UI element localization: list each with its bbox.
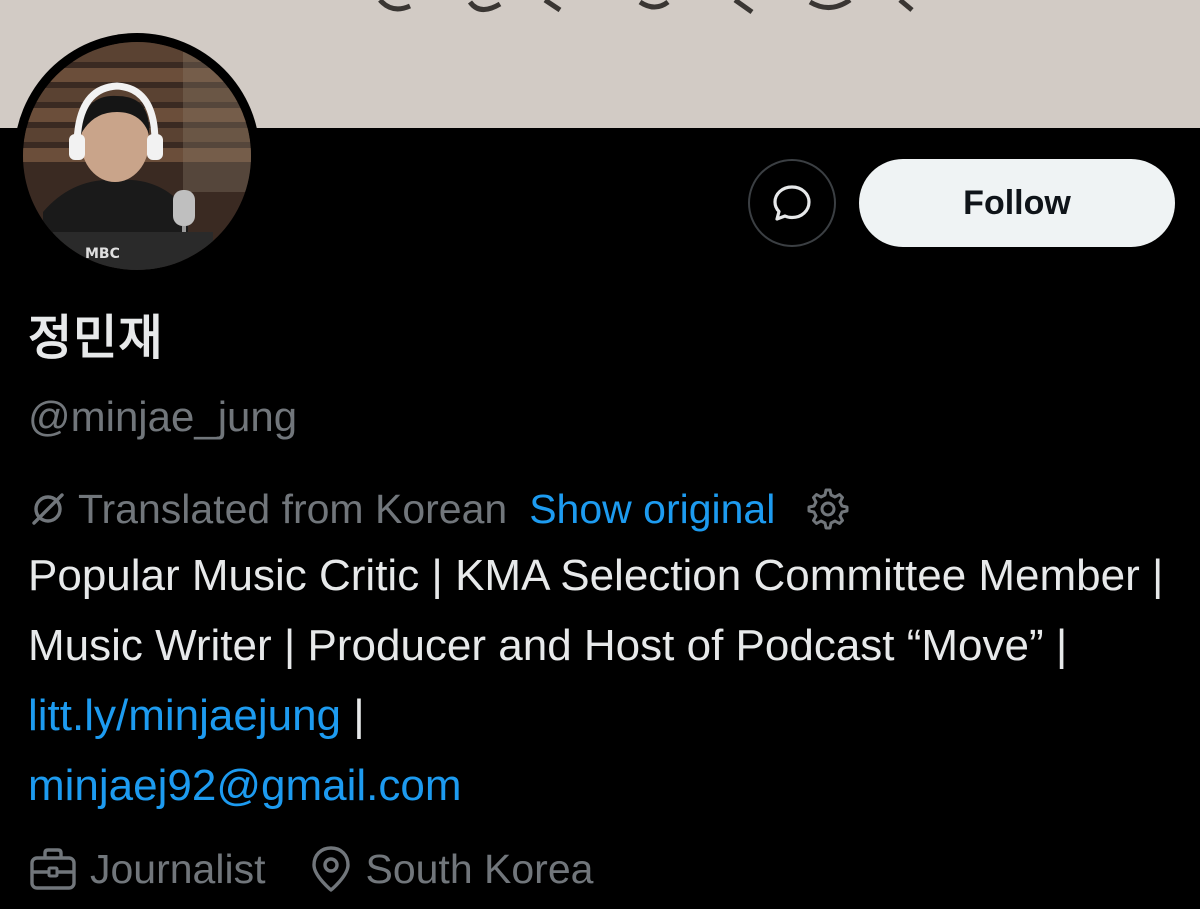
profession-label: Journalist bbox=[90, 845, 266, 892]
user-handle: @minjae_jung bbox=[28, 393, 298, 440]
avatar-logo: MBC bbox=[85, 246, 120, 262]
follow-button-label: Follow bbox=[963, 183, 1071, 222]
profession-item: Journalist bbox=[28, 846, 265, 893]
bio-link[interactable]: litt.ly/minjaejung bbox=[28, 691, 341, 740]
no-slash-icon bbox=[28, 489, 68, 529]
profile-meta: Journalist South Korea bbox=[28, 842, 593, 896]
show-original-link[interactable]: Show original bbox=[529, 486, 775, 533]
profile-bio: Popular Music Critic | KMA Selection Com… bbox=[28, 541, 1178, 821]
bio-separator: | bbox=[341, 691, 365, 740]
briefcase-icon bbox=[30, 848, 76, 890]
location-pin-icon bbox=[312, 846, 351, 892]
display-name: 정민재 bbox=[28, 310, 164, 366]
translation-label: Translated from Korean bbox=[78, 485, 508, 532]
avatar-photo: MBC bbox=[23, 42, 251, 270]
bio-email[interactable]: minjaej92@gmail.com bbox=[28, 761, 462, 810]
message-bubble-icon bbox=[773, 185, 811, 221]
message-button[interactable] bbox=[748, 159, 836, 247]
bio-text: Popular Music Critic | KMA Selection Com… bbox=[28, 551, 1164, 670]
location-label: South Korea bbox=[365, 845, 594, 892]
gear-icon[interactable] bbox=[805, 486, 851, 532]
profile-avatar[interactable]: MBC bbox=[14, 33, 260, 279]
follow-button[interactable]: Follow bbox=[859, 159, 1175, 247]
translation-notice: Translated from Korean Show original bbox=[28, 484, 851, 534]
location-item: South Korea bbox=[309, 844, 593, 894]
